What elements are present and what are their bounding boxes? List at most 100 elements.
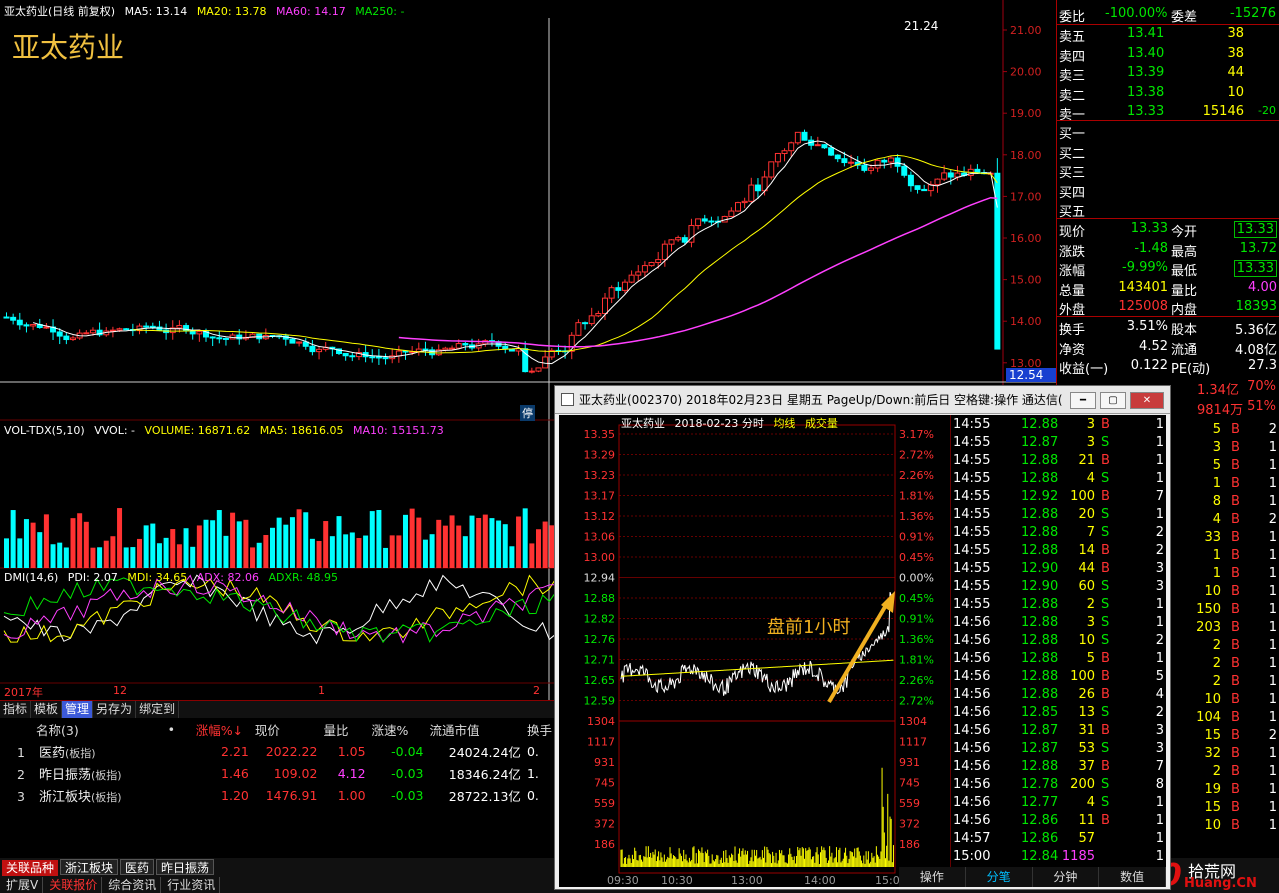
right-tick-vol: 2 [1212,764,1221,779]
info-tab[interactable]: 综合资讯 [104,877,162,893]
ask-row[interactable]: 卖五 13.41 38 [1057,26,1279,45]
tick-count: 3 [1155,561,1164,576]
table-row[interactable]: 1 医药(板指) 2.21 2022.22 1.05 -0.04 24024.24亿 0. [0,740,555,762]
close-button[interactable]: ✕ [1130,392,1164,409]
column-header[interactable]: 名称(3) [0,718,165,740]
related-tab[interactable]: 浙江板块 [60,859,119,875]
current-price-tag: 12.54 [1006,368,1056,382]
stat-value-2: 4.08亿 [1235,342,1277,358]
tick-side: B [1101,417,1110,432]
tick-side: B [1101,489,1110,504]
toolbar-tab[interactable]: 管理 [62,701,94,718]
candle-body [30,324,37,327]
related-tab[interactable]: 医药 [120,859,155,875]
minimize-button[interactable]: ━ [1070,392,1096,409]
row-speed: -0.04 [391,743,424,759]
right-tick-count: 1 [1268,548,1277,563]
candle-body [668,239,675,245]
ask-label: 卖五 [1059,30,1086,45]
column-header[interactable]: 量比 [320,718,368,740]
intraday-popup-window[interactable]: 亚太药业(002370) 2018年02月23日 星期五 PageUp/Down… [554,385,1171,890]
tick-volume: 3 [1086,615,1095,630]
toolbar-tab[interactable]: 指标 [0,701,32,718]
bid-row[interactable]: 买三 [1057,162,1279,181]
popup-footer-tab[interactable]: 分笔 [965,867,1033,887]
ask-vol: 38 [1227,45,1244,61]
candle-body [781,150,788,154]
related-tab[interactable]: 关联品种 [2,860,59,876]
right-tick-row: 2B 1 [1171,638,1279,656]
tick-time: 14:55 [953,525,991,540]
table-row[interactable]: 2 昨日振荡(板指) 1.46 109.02 4.12 -0.03 18346.24亿 1. [0,762,555,784]
stat-label-1: 总量 [1059,283,1086,299]
tick-side: S [1101,471,1110,486]
bid-row[interactable]: 买二 [1057,143,1279,162]
tick-price: 12.90 [1021,579,1059,594]
price-axis-tick: 21.00 [1010,24,1042,37]
ask-price: 13.38 [1127,84,1165,100]
bid-row[interactable]: 买四 [1057,182,1279,201]
row-dot [165,740,193,762]
right-tick-vol: 150 [1196,602,1221,617]
popup-footer-tab[interactable]: 操作 [899,867,966,887]
bid-row[interactable]: 买一 [1057,123,1279,142]
intraday-price-tick: 13.35 [584,428,616,441]
popup-footer-tab[interactable]: 分钟 [1032,867,1100,887]
column-header[interactable]: 现价 [252,718,321,740]
ask-row[interactable]: 卖三 13.39 44 [1057,65,1279,84]
popup-footer-tab[interactable]: 数值 [1099,867,1166,887]
row-name: 浙江板块 [39,789,92,805]
candle-body [535,367,542,372]
candle-body [502,345,509,350]
intraday-price-tick: 12.88 [584,592,616,605]
tick-row: 14:55 12.90 60 S 3 [951,579,1168,597]
info-tab[interactable]: 关联报价 [45,877,103,893]
toolbar-tab[interactable]: 另存为 [93,701,137,718]
ask-row[interactable]: 卖四 13.40 38 [1057,46,1279,65]
row-index: 2 [17,766,25,782]
block-table[interactable]: 名称(3) • 涨幅%↓ 现价 量比 涨速% 流通市值 换手 1 医药(板指) 2.21 2022.… [0,718,555,806]
candle-body [934,178,941,186]
tick-volume: 5 [1086,651,1095,666]
column-header[interactable]: 涨幅%↓ [193,718,252,740]
intraday-price-tick: 13.23 [584,469,616,482]
volume-bar [482,514,488,568]
tick-time: 14:55 [953,507,991,522]
volume-bar [409,508,415,568]
tick-price: 12.88 [1021,453,1059,468]
intraday-price-line [620,592,894,697]
intraday-vol-tick: 186 [594,838,615,851]
stock-name-overlay: 亚太药业 [12,31,125,64]
ma20-label: MA20: 13.78 [196,5,267,18]
row-change: 1.20 [221,787,249,803]
column-header[interactable]: 流通市值 [427,718,524,740]
tick-time: 14:56 [953,687,991,702]
row-name: 医药 [39,745,66,761]
toolbar-tab[interactable]: 绑定到 [136,701,180,718]
right-tick-row: 15 B 2 [1171,728,1279,746]
right-tick-bs: B [1231,458,1240,473]
popup-titlebar[interactable]: 亚太药业(002370) 2018年02月23日 星期五 PageUp/Down… [555,386,1170,414]
table-row[interactable]: 3 浙江板块(板指) 1.20 1476.91 1.00 -0.03 28722.13亿 0. [0,784,555,806]
right-tick-count: 1 [1268,818,1277,833]
intraday-pct-tick: 1.81% [899,490,934,503]
column-header[interactable]: 涨速% [369,718,427,740]
column-header[interactable]: • [165,718,193,740]
tick-price: 12.86 [1021,831,1059,846]
info-tab[interactable]: 扩展V [2,877,44,893]
candle-body [861,164,868,171]
bid-label: 买三 [1059,166,1086,181]
tick-price: 12.78 [1021,777,1059,792]
related-tab[interactable]: 昨日振荡 [156,859,215,875]
tick-list[interactable]: 14:55 12.88 3 B 1 14:55 12.87 3 S 1 14:55 12.88 21 B 1… [950,415,1167,887]
intraday-price-tick: 12.65 [584,674,616,687]
intraday-chart[interactable]: 13.35 3.17% 13.29 2.72% 13.23 2.26% 13.17 1.81%… [559,415,950,887]
volume-bar [309,538,315,568]
info-tab[interactable]: 行业资讯 [163,877,221,893]
ask-row[interactable]: 卖二 13.38 10 [1057,85,1279,104]
tick-list-right[interactable]: 5 B 2 3 B 1 5 B 1 1 B 1 8 B 1 4 B 2 33 B 1 1 B 1 1 B 1 10 B 1 150 B 1 203… [1171,420,1279,860]
maximize-button[interactable]: ▢ [1100,392,1126,409]
toolbar-tab[interactable]: 模板 [31,701,63,718]
column-header[interactable]: 换手 [524,718,555,740]
popup-body: 13.35 3.17% 13.29 2.72% 13.23 2.26% 13.17 1.81%… [559,415,1166,887]
